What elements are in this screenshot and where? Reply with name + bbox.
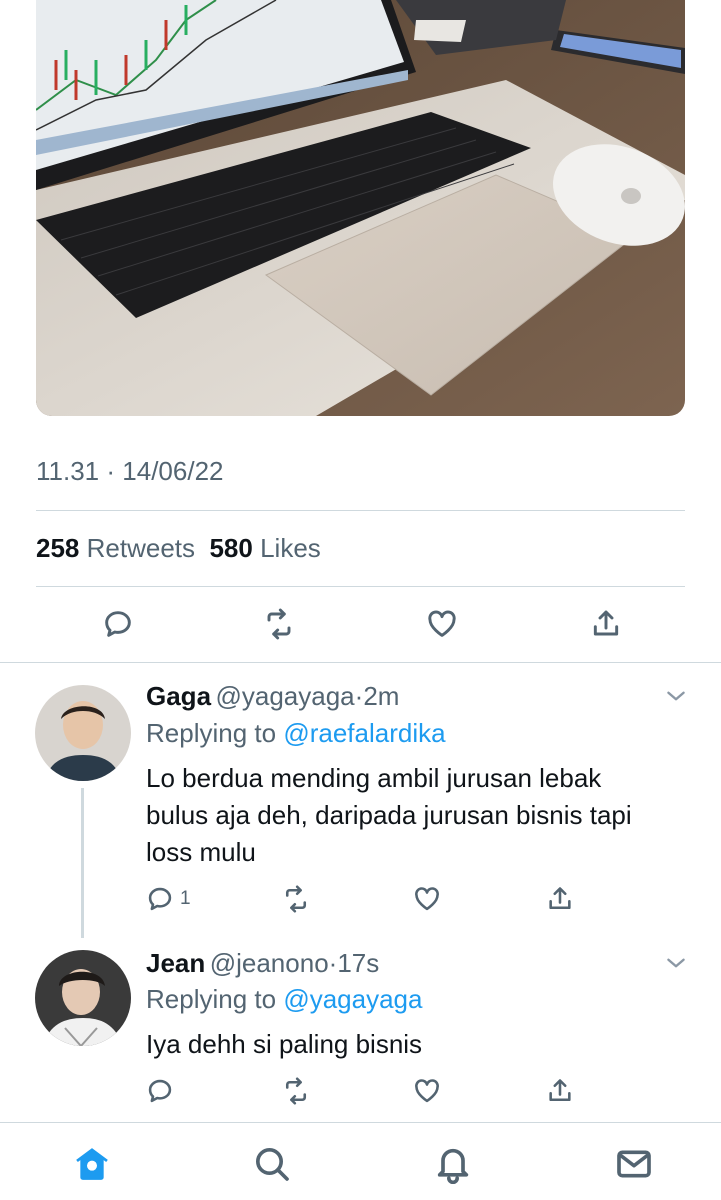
avatar-image [35, 950, 131, 1046]
separator: · [106, 456, 116, 486]
retweet-icon [285, 885, 307, 913]
reply-icon [148, 1079, 172, 1103]
laptop-trading-photo [36, 0, 685, 416]
share-icon [549, 887, 571, 910]
tab-messages[interactable] [612, 1142, 656, 1186]
reply-text-line: Iya dehh si paling bisnis [146, 1029, 423, 1059]
reply-text: Iya dehh si paling bisnis [146, 1026, 422, 1063]
heart-icon [415, 887, 439, 911]
bell-icon [437, 1148, 469, 1184]
heart-icon [428, 610, 456, 637]
reply-text: Lo berdua mending ambil jurusan lebak bu… [146, 760, 632, 871]
divider [0, 662, 721, 663]
share-button[interactable] [543, 882, 577, 916]
replying-to: Replying to @yagayaga [146, 984, 422, 1015]
reply-header: Jean @jeanono·17s [146, 948, 379, 979]
chevron-down-icon [667, 958, 685, 968]
replying-prefix: Replying to [146, 718, 277, 748]
tab-search[interactable] [250, 1142, 294, 1186]
user-handle[interactable]: @yagayaga [215, 681, 354, 711]
reply-count: 1 [180, 888, 191, 909]
mention-link[interactable]: @raefalardika [283, 718, 445, 748]
tweet-photo[interactable] [36, 0, 685, 416]
avatar[interactable] [35, 950, 131, 1046]
divider [36, 510, 685, 511]
display-name[interactable]: Gaga [146, 681, 211, 711]
reply-header: Gaga @yagayaga·2m [146, 681, 399, 712]
like-button[interactable] [422, 604, 462, 644]
more-button[interactable] [660, 949, 692, 977]
home-icon [76, 1148, 108, 1180]
tweet-date: 14/06/22 [122, 456, 224, 486]
tab-home[interactable] [70, 1142, 114, 1186]
reply-time: 17s [337, 948, 380, 978]
share-button[interactable] [543, 1074, 577, 1108]
reply-text-line: loss mulu [146, 837, 256, 867]
chevron-down-icon [667, 691, 685, 701]
replying-prefix: Replying to [146, 984, 277, 1014]
avatar[interactable] [35, 685, 131, 781]
reply-button[interactable]: 1 [146, 882, 206, 916]
like-button[interactable] [410, 882, 444, 916]
retweets-label: Retweets [86, 533, 196, 563]
display-name[interactable]: Jean [146, 948, 205, 978]
user-handle[interactable]: @jeanono [210, 948, 329, 978]
retweet-icon [267, 608, 291, 640]
share-icon [549, 1079, 571, 1102]
share-icon [593, 610, 619, 636]
more-button[interactable] [660, 682, 692, 710]
retweet-icon [285, 1077, 307, 1105]
thread-line [81, 788, 84, 938]
reply-text-line: bulus aja deh, daripada jurusan bisnis t… [146, 800, 632, 830]
reply-button[interactable] [146, 1074, 180, 1108]
divider [36, 586, 685, 587]
like-button[interactable] [410, 1074, 444, 1108]
heart-icon [415, 1079, 439, 1103]
retweet-button[interactable] [259, 604, 299, 644]
mention-link[interactable]: @yagayaga [283, 984, 422, 1014]
reply-icon [148, 887, 172, 911]
tweet-timestamp: 11.31 · 14/06/22 [36, 456, 224, 487]
reply-button[interactable] [98, 604, 138, 644]
likes-stat[interactable]: 580 Likes [209, 533, 320, 563]
avatar-image [35, 685, 131, 781]
tweet-time: 11.31 [36, 456, 100, 486]
retweets-stat[interactable]: 258 Retweets [36, 533, 195, 563]
retweet-button[interactable] [279, 1074, 313, 1108]
separator: · [354, 681, 364, 711]
reply-icon [105, 611, 131, 637]
reply-text-line: Lo berdua mending ambil jurusan lebak [146, 763, 602, 793]
reply-time: 2m [363, 681, 400, 711]
retweets-count: 258 [36, 533, 80, 563]
likes-label: Likes [260, 533, 321, 563]
search-icon [256, 1148, 289, 1181]
share-button[interactable] [586, 604, 626, 644]
tweet-stats: 258 Retweets 580 Likes [36, 533, 321, 564]
retweet-button[interactable] [279, 882, 313, 916]
mail-icon [617, 1150, 651, 1178]
tab-notifications[interactable] [431, 1142, 475, 1186]
tab-bar-divider [0, 1122, 721, 1123]
replying-to: Replying to @raefalardika [146, 718, 446, 749]
likes-count: 580 [209, 533, 253, 563]
